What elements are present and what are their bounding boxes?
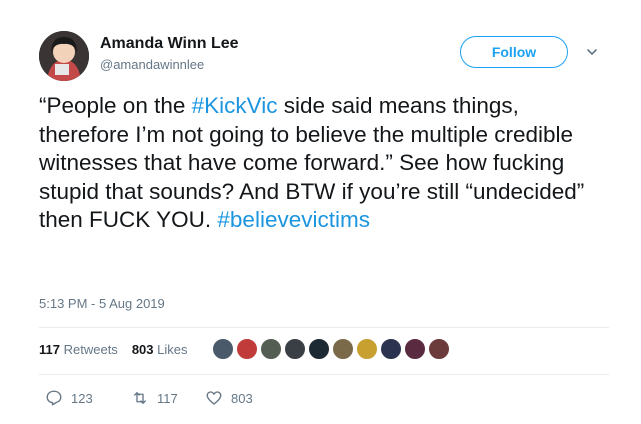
retweets-stat-count: 117 [39,342,60,357]
liker-avatar[interactable] [332,338,354,360]
liker-avatar[interactable] [428,338,450,360]
chevron-down-icon[interactable] [585,45,599,59]
divider [39,327,609,328]
likes-stat-label: Likes [157,342,188,357]
divider [39,374,609,375]
avatar[interactable] [39,31,89,81]
retweets-stat[interactable]: 117 Retweets [39,342,118,357]
liker-avatar[interactable] [380,338,402,360]
retweet-count: 117 [157,390,178,406]
heart-icon [206,391,222,405]
liker-avatar[interactable] [284,338,306,360]
tweet-timestamp[interactable]: 5:13 PM - 5 Aug 2019 [39,296,165,311]
like-count: 803 [231,390,253,406]
liker-avatar[interactable] [260,338,282,360]
likes-stat[interactable]: 803 Likes [132,342,188,357]
reply-icon [46,390,62,406]
tweet-text-part1: “People on the [39,93,192,118]
retweet-icon [134,392,146,404]
retweet-action[interactable]: 117 [131,389,178,407]
reply-action[interactable]: 123 [45,389,93,407]
hashtag-believevictims[interactable]: #believevictims [217,207,370,232]
liker-avatars [212,338,452,360]
liker-avatar[interactable] [308,338,330,360]
user-handle[interactable]: @amandawinnlee [100,57,204,72]
reply-count: 123 [71,390,93,406]
user-name[interactable]: Amanda Winn Lee [100,35,239,53]
avatar-image [39,31,89,81]
hashtag-kickvic[interactable]: #KickVic [192,93,278,118]
likes-stat-count: 803 [131,342,154,357]
liker-avatar[interactable] [212,338,234,360]
liker-avatar[interactable] [236,338,258,360]
follow-button[interactable]: Follow [460,36,568,68]
tweet-text: “People on the #KickVic side said means … [39,92,609,235]
tweet-card: Amanda Winn Lee @amandawinnlee Follow “P… [0,0,641,424]
retweets-stat-label: Retweets [63,342,118,357]
liker-avatar[interactable] [356,338,378,360]
engagement-stats: 117 Retweets 803 Likes [39,342,188,357]
liker-avatar[interactable] [404,338,426,360]
like-action[interactable]: 803 [205,389,253,407]
